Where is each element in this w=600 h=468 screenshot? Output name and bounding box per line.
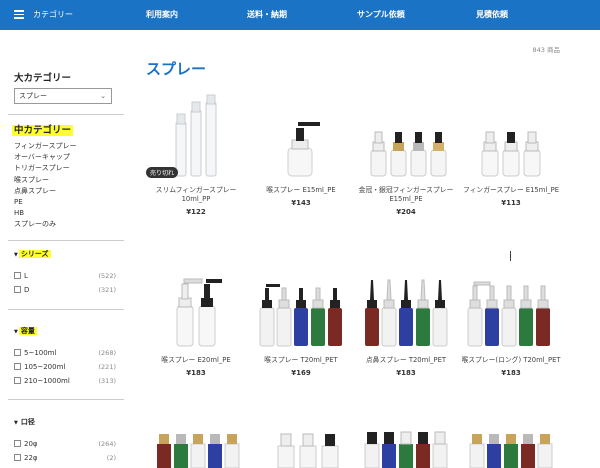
mid-category-item[interactable]: スプレーのみ — [14, 219, 77, 230]
product-price: ¥183 — [501, 369, 521, 377]
volume-filter-toggle[interactable]: ▼ 容量 — [14, 326, 37, 336]
product-price: ¥169 — [291, 369, 311, 377]
sold-out-badge: 売り切れ — [146, 167, 179, 178]
product-image[interactable] — [246, 92, 356, 182]
product-name[interactable]: 点鼻スプレー T20ml_PET — [351, 356, 461, 365]
product-card[interactable] — [351, 426, 461, 468]
mouth-option[interactable]: 22φ (2) — [14, 452, 116, 464]
mouth-option[interactable]: 20φ (264) — [14, 438, 116, 450]
text-cursor — [510, 251, 511, 261]
mid-category-title: 中カテゴリー — [12, 125, 74, 136]
product-card[interactable]: フィンガースプレー E15ml_PE ¥113 — [456, 92, 566, 207]
product-card[interactable]: 点鼻スプレー T20ml_PET ¥183 — [351, 262, 461, 377]
product-image[interactable] — [141, 262, 251, 352]
product-count: 843 商品 — [532, 46, 560, 54]
product-card[interactable] — [141, 426, 251, 468]
divider — [8, 309, 124, 310]
product-card[interactable]: 金冠・銀冠フィンガースプレー E15ml_PE ¥204 — [351, 92, 461, 216]
product-price: ¥122 — [186, 208, 206, 216]
product-image[interactable] — [246, 426, 356, 468]
triangle-down-icon: ▼ — [14, 252, 18, 258]
checkbox[interactable] — [14, 286, 21, 293]
checkbox[interactable] — [14, 349, 21, 356]
nav-category[interactable]: カテゴリー — [33, 0, 73, 30]
major-category-value: スプレー — [19, 92, 47, 100]
checkbox[interactable] — [14, 377, 21, 384]
series-option[interactable]: L (522) — [14, 270, 116, 282]
product-card[interactable]: 喉スプレー T20ml_PET ¥169 — [246, 262, 356, 377]
nav-shipping[interactable]: 送料・納期 — [247, 0, 287, 30]
product-price: ¥204 — [396, 208, 416, 216]
checkbox[interactable] — [14, 272, 21, 279]
major-category-title: 大カテゴリー — [14, 73, 72, 84]
product-name[interactable]: 喉スプレー(ロング) T20ml_PET — [456, 356, 566, 365]
volume-option[interactable]: 105~200ml (221) — [14, 361, 116, 373]
product-image[interactable] — [351, 262, 461, 352]
mid-category-list: フィンガースプレー オーバーキャップ トリガースプレー 喉スプレー 点鼻スプレー… — [14, 141, 77, 231]
product-price: ¥183 — [396, 369, 416, 377]
nav-quote-request[interactable]: 見積依頼 — [476, 0, 508, 30]
mid-category-item[interactable]: フィンガースプレー — [14, 141, 77, 152]
mid-category-item[interactable]: 喉スプレー — [14, 175, 77, 186]
product-image[interactable] — [456, 262, 566, 352]
nav-sample-request[interactable]: サンプル依頼 — [357, 0, 405, 30]
mid-category-item[interactable]: HB — [14, 208, 77, 219]
menu-icon[interactable] — [14, 10, 24, 19]
divider — [8, 240, 124, 241]
triangle-down-icon: ▼ — [14, 420, 18, 426]
product-name[interactable]: 金冠・銀冠フィンガースプレー E15ml_PE — [351, 186, 461, 204]
major-category-select[interactable]: スプレー ⌄ — [14, 88, 112, 104]
product-name[interactable]: 喉スプレー E15ml_PE — [246, 186, 356, 195]
product-card[interactable]: 喉スプレー E20ml_PE ¥183 — [141, 262, 251, 377]
series-option[interactable]: D (321) — [14, 284, 116, 296]
product-image[interactable] — [456, 426, 566, 468]
product-name[interactable]: 喉スプレー T20ml_PET — [246, 356, 356, 365]
product-price: ¥113 — [501, 199, 521, 207]
product-card[interactable]: 喉スプレー E15ml_PE ¥143 — [246, 92, 356, 207]
mid-category-item[interactable]: オーバーキャップ — [14, 152, 77, 163]
product-image[interactable] — [351, 92, 461, 182]
product-image[interactable] — [351, 426, 461, 468]
product-card[interactable] — [246, 426, 356, 468]
product-image[interactable]: 売り切れ — [141, 92, 251, 182]
product-price: ¥183 — [186, 369, 206, 377]
checkbox[interactable] — [14, 363, 21, 370]
product-image[interactable] — [246, 262, 356, 352]
page-title: スプレー — [146, 60, 207, 78]
mid-category-item[interactable]: 点鼻スプレー — [14, 186, 77, 197]
mid-category-item[interactable]: PE — [14, 197, 77, 208]
top-nav: カテゴリー 利用案内 送料・納期 サンプル依頼 見積依頼 — [0, 0, 600, 30]
product-name[interactable]: スリムフィンガースプレー 10ml_PP — [141, 186, 251, 204]
divider — [8, 114, 124, 115]
product-card[interactable]: 喉スプレー(ロング) T20ml_PET ¥183 — [456, 262, 566, 377]
mid-category-item[interactable]: トリガースプレー — [14, 163, 77, 174]
divider — [8, 399, 124, 400]
volume-option[interactable]: 210~1000ml (313) — [14, 375, 116, 387]
product-image[interactable] — [141, 426, 251, 468]
checkbox[interactable] — [14, 440, 21, 447]
mouth-filter-toggle[interactable]: ▼ 口径 — [14, 417, 35, 427]
series-filter-toggle[interactable]: ▼ シリーズ — [14, 249, 51, 259]
triangle-down-icon: ▼ — [14, 329, 18, 335]
product-image[interactable] — [456, 92, 566, 182]
filter-sidebar: 大カテゴリー スプレー ⌄ 中カテゴリー フィンガースプレー オーバーキャップ … — [0, 30, 130, 468]
nav-guide[interactable]: 利用案内 — [146, 0, 178, 30]
product-card[interactable]: 売り切れ スリムフィンガースプレー 10ml_PP ¥122 — [141, 92, 251, 216]
checkbox[interactable] — [14, 454, 21, 461]
product-name[interactable]: 喉スプレー E20ml_PE — [141, 356, 251, 365]
product-card[interactable] — [456, 426, 566, 468]
chevron-down-icon: ⌄ — [100, 92, 106, 100]
volume-option[interactable]: 5~100ml (268) — [14, 347, 116, 359]
product-name[interactable]: フィンガースプレー E15ml_PE — [456, 186, 566, 195]
product-price: ¥143 — [291, 199, 311, 207]
